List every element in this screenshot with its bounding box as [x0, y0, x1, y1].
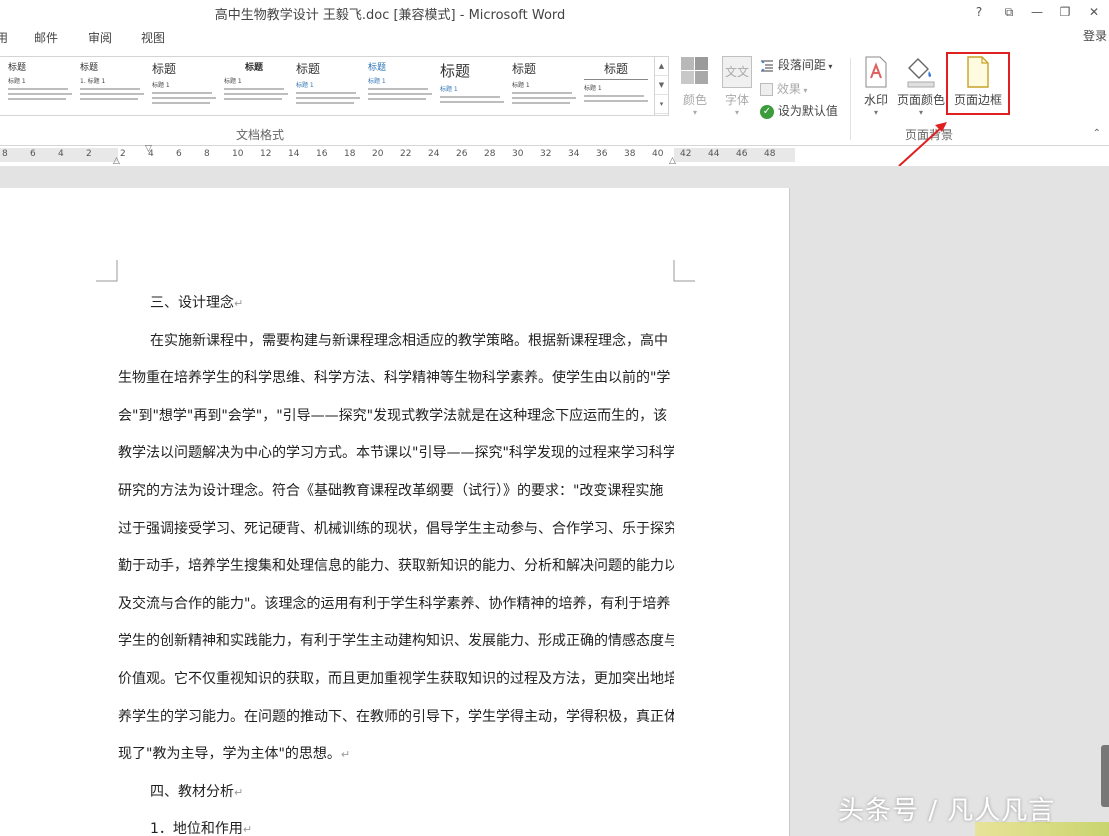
font-icon: 文文 [722, 56, 752, 88]
ruler-tick-label: 8 [2, 149, 8, 159]
paint-bucket-icon [906, 56, 936, 88]
tab-review[interactable]: 审阅 [88, 29, 112, 46]
ruler-tick-label: 28 [484, 149, 496, 159]
style-set-item[interactable]: 标题 标题 1 [368, 60, 438, 114]
watermark-text: 头条号 / 凡人凡言 [838, 796, 1056, 826]
fonts-button[interactable]: 文文 字体 ▾ [719, 56, 755, 117]
tab-view[interactable]: 视图 [141, 29, 165, 46]
ruler-tick-label: 18 [344, 149, 356, 159]
horizontal-ruler[interactable]: 8 6 4 2 2 4 6 8 10 12 14 16 18 20 22 24 26 28 30 32 34 36 38 40… [0, 144, 795, 166]
ruler-tick-label: 16 [316, 149, 328, 159]
style-set-item[interactable]: 标题 标题 1 [152, 60, 222, 114]
color-palette-icon [680, 56, 710, 88]
ribbon-display-options-button[interactable]: ⧉ [998, 2, 1020, 22]
paragraph-line-last: 现了"教为主导，学为主体"的思想。↵ [118, 746, 351, 763]
close-button[interactable]: ✕ [1083, 2, 1105, 22]
margin-corner-mark [673, 260, 695, 282]
ruler-tick-label: 32 [540, 149, 552, 159]
tab-references[interactable]: 用 [0, 29, 8, 46]
ruler-tick-label: 20 [372, 149, 384, 159]
paragraph-line: 及交流与合作的能力"。该理念的运用有利于学生科学素养、协作精神的培养，有利于培养 [118, 595, 671, 612]
ruler-tick-label: 30 [512, 149, 524, 159]
effects-icon [760, 83, 773, 96]
group-separator [850, 58, 851, 140]
ruler-tick-label: 36 [596, 149, 608, 159]
ruler-tick-label: 42 [680, 149, 692, 159]
ruler-tick-label: 38 [624, 149, 636, 159]
ruler-tick-label: 24 [428, 149, 440, 159]
ruler-tick-label: 34 [568, 149, 580, 159]
ruler-tick-label: 48 [764, 149, 776, 159]
effects-button[interactable]: 效果 ▾ [760, 80, 807, 97]
ruler-tick-label: 6 [176, 149, 182, 159]
minimize-button[interactable]: — [1026, 2, 1048, 22]
red-arrow-annotation [898, 122, 947, 167]
collapse-ribbon-icon[interactable]: ⌃ [1093, 128, 1101, 139]
ruler-tick-label: 44 [708, 149, 720, 159]
first-line-indent-marker[interactable]: ▽ [145, 144, 152, 154]
style-set-item[interactable]: 标题 标题 1 [584, 60, 654, 114]
tab-mailings[interactable]: 邮件 [34, 29, 58, 46]
paragraph-line: 在实施新课程中，需要构建与新课程理念相适应的教学策略。根据新课程理念，高中 [150, 332, 668, 349]
ruler-tick-label: 46 [736, 149, 748, 159]
watermark-button[interactable]: 水印 ▾ [860, 56, 892, 117]
style-set-item[interactable]: 标题 标题 1 [224, 60, 294, 114]
paragraph-line: 会"到"想学"再到"会学"，"引导——探究"发现式教学法就是在这种理念下应运而生… [118, 407, 668, 424]
paragraph-line: 教学法以问题解决为中心的学习方式。本节课以"引导——探究"科学发现的过程来学习科… [118, 445, 674, 462]
gallery-more-icon[interactable]: ▾ [655, 95, 668, 114]
style-set-item[interactable]: 标题 标题 1 [512, 60, 582, 114]
ruler-tick-label: 40 [652, 149, 664, 159]
right-indent-marker[interactable]: △ [669, 156, 676, 166]
style-set-item[interactable]: 标题 标题 1 [440, 60, 510, 114]
ruler-tick-label: 12 [260, 149, 272, 159]
section-heading: 三、设计理念↵ [150, 295, 244, 311]
ribbon-tabs: 用 邮件 审阅 视图 [0, 24, 1109, 50]
ruler-tick-label: 14 [288, 149, 300, 159]
section-heading: 四、教材分析↵ [150, 783, 244, 800]
subsection-heading: 1．地位和作用↵ [150, 821, 253, 836]
paragraph-line: 学生的创新精神和实践能力，有利于学生主动建构知识、发展能力、形成正确的情感态度与 [118, 633, 674, 650]
scroll-up-icon[interactable]: ▲ [655, 57, 668, 76]
colors-button[interactable]: 颜色 ▾ [677, 56, 713, 117]
ruler-tick-label: 10 [232, 149, 244, 159]
ruler-tick-label: 4 [58, 149, 64, 159]
style-set-item[interactable]: 标题 标题 1 [296, 60, 366, 114]
window-title: 高中生物教学设计 王毅飞.doc [兼容模式] - Microsoft Word [214, 8, 566, 23]
document-format-group-label: 文档格式 [236, 128, 285, 142]
highlight-box [946, 52, 1010, 115]
paragraph-line: 勤于动手，培养学生搜集和处理信息的能力、获取新知识的能力、分析和解决问题的能力以 [118, 558, 674, 575]
paragraph-line: 过于强调接受学习、死记硬背、机械训练的现状，倡导学生主动参与、合作学习、乐于探究… [118, 520, 674, 537]
paragraph-spacing-icon [760, 59, 774, 73]
scroll-down-icon[interactable]: ▼ [655, 76, 668, 95]
login-link[interactable]: 登录 [1083, 27, 1107, 44]
title-bar: 高中生物教学设计 王毅飞.doc [兼容模式] - Microsoft Word… [0, 0, 1109, 24]
ruler-tick-label: 2 [120, 149, 126, 159]
checkmark-icon: ✓ [760, 104, 774, 119]
style-set-item[interactable]: 标题 标题 1 [8, 60, 78, 114]
document-body[interactable]: 三、设计理念↵ 在实施新课程中，需要构建与新课程理念相适应的教学策略。根据新课程… [118, 291, 674, 836]
margin-corner-mark [96, 260, 118, 282]
scrollbar-thumb[interactable] [1101, 745, 1109, 807]
gallery-scroll[interactable]: ▲ ▼ ▾ [654, 57, 668, 115]
page-color-button[interactable]: 页面颜色 ▾ [897, 56, 945, 117]
style-set-gallery: 标题 标题 1 标题 1. 标题 1 标题 标题 1 标题 标题 1 标题 标题… [0, 56, 669, 116]
ruler-tick-label: 6 [30, 149, 36, 159]
help-button[interactable]: ? [968, 2, 990, 22]
ruler-tick-label: 22 [400, 149, 412, 159]
set-as-default-button[interactable]: ✓ 设为默认值 [760, 102, 838, 119]
paragraph-line: 价值观。它不仅重视知识的获取，而且更加重视学生获取知识的过程及方法，更加突出地培 [118, 670, 674, 687]
paragraph-spacing-button[interactable]: 段落间距 ▾ [760, 56, 832, 73]
style-set-item[interactable]: 标题 1. 标题 1 [80, 60, 150, 114]
maximize-button[interactable]: ❐ [1054, 2, 1076, 22]
paragraph-line: 养学生的学习能力。在问题的推动下、在教师的引导下，学生学得主动，学得积极，真正体 [118, 708, 674, 725]
paragraph-line: 生物重在培养学生的科学思维、科学方法、科学精神等生物科学素养。使学生由以前的"学 [118, 370, 671, 387]
ruler-tick-label: 2 [86, 149, 92, 159]
ruler-tick-label: 26 [456, 149, 468, 159]
watermark-icon [861, 56, 891, 88]
paragraph-line: 研究的方法为设计理念。符合《基础教育课程改革纲要（试行）》的要求："改变课程实施 [118, 482, 664, 499]
ruler-tick-label: 8 [204, 149, 210, 159]
left-indent-marker[interactable]: △ [113, 156, 120, 166]
